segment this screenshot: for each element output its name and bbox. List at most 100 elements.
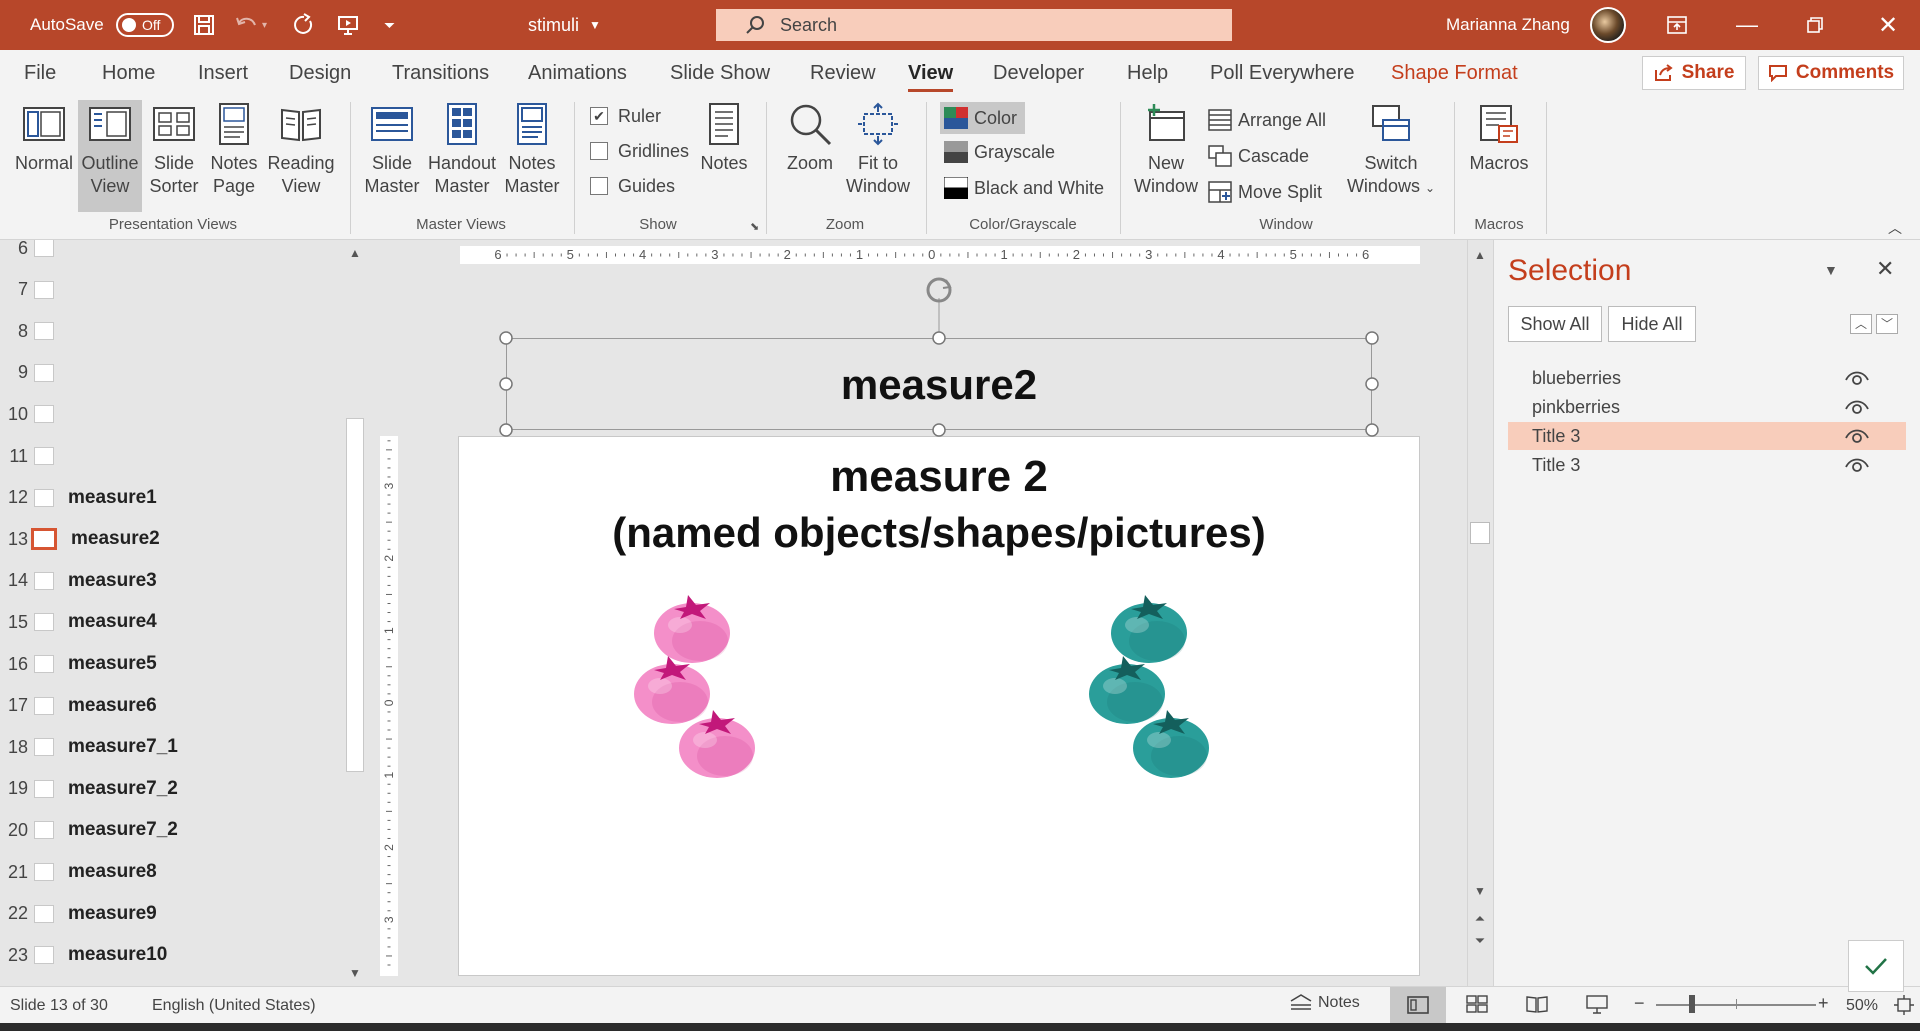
eye-icon[interactable] xyxy=(1844,398,1870,416)
slide-list-item[interactable]: 18 measure7_1 xyxy=(0,726,178,768)
tab-shape-format[interactable]: Shape Format xyxy=(1391,50,1518,96)
gridlines-checkbox[interactable]: Gridlines xyxy=(590,137,689,165)
new-window-button[interactable]: New Window xyxy=(1134,102,1198,198)
slide-title[interactable]: measure6 xyxy=(68,695,157,717)
arrange-all-button[interactable]: Arrange All xyxy=(1208,106,1326,134)
zoom-slider-thumb[interactable] xyxy=(1688,995,1695,1013)
close-icon[interactable]: ✕ xyxy=(1878,0,1898,50)
switch-windows-button[interactable]: Switch Windows ⌄ xyxy=(1346,102,1436,200)
guides-checkbox[interactable]: Guides xyxy=(590,172,675,200)
blueberry[interactable] xyxy=(1111,595,1187,663)
slide-title[interactable]: measure1 xyxy=(68,487,157,509)
slide-title[interactable]: measure3 xyxy=(68,570,157,592)
previous-slide-icon[interactable]: ⏶ xyxy=(1469,908,1491,930)
tab-review[interactable]: Review xyxy=(810,50,876,96)
pinkberry[interactable] xyxy=(634,656,710,724)
avatar[interactable] xyxy=(1590,0,1626,50)
slide-list-item[interactable]: 17 measure6 xyxy=(0,685,157,727)
slide-list-item[interactable]: 14 measure3 xyxy=(0,560,157,602)
notes-status-button[interactable]: Notes xyxy=(1290,993,1360,1013)
present-icon[interactable] xyxy=(336,0,360,50)
tab-insert[interactable]: Insert xyxy=(198,50,248,96)
notes-page-button[interactable]: Notes Page xyxy=(206,102,262,198)
share-button[interactable]: Share xyxy=(1642,56,1746,90)
zoom-button[interactable]: Zoom xyxy=(778,102,842,175)
move-split-button[interactable]: Move Split xyxy=(1208,178,1322,206)
ruler-checkbox[interactable]: ✔ Ruler xyxy=(590,102,661,130)
slide-title[interactable]: measure5 xyxy=(68,653,157,675)
macros-button[interactable]: Macros xyxy=(1466,102,1532,175)
color-button[interactable]: Color xyxy=(940,102,1026,134)
eye-icon[interactable] xyxy=(1844,427,1870,445)
grayscale-button[interactable]: Grayscale xyxy=(944,138,1055,166)
close-pane-icon[interactable]: ✕ xyxy=(1876,256,1894,282)
language-indicator[interactable]: English (United States) xyxy=(152,997,316,1015)
restore-icon[interactable] xyxy=(1806,0,1824,50)
scroll-down-icon[interactable]: ▼ xyxy=(344,962,366,984)
eye-icon[interactable] xyxy=(1844,456,1870,474)
slide-list-item[interactable]: 22 measure9 xyxy=(0,893,157,935)
tab-design[interactable]: Design xyxy=(289,50,351,96)
selected-title-text[interactable]: measure2 xyxy=(507,361,1371,409)
scroll-up-icon[interactable]: ▲ xyxy=(344,242,366,264)
undo-icon[interactable]: ▾ xyxy=(234,0,267,50)
slide-sorter-button[interactable]: Slide Sorter xyxy=(146,102,202,198)
tab-view[interactable]: View xyxy=(908,50,954,96)
slide-title[interactable]: measure4 xyxy=(68,611,157,633)
redo-icon[interactable] xyxy=(292,0,316,50)
tab-developer[interactable]: Developer xyxy=(993,50,1084,96)
tab-animations[interactable]: Animations xyxy=(528,50,627,96)
send-backward-icon[interactable]: ﹀ xyxy=(1876,314,1898,334)
selection-item[interactable]: Title 3 xyxy=(1508,451,1906,479)
slide-title[interactable]: measure8 xyxy=(68,861,157,883)
bring-forward-icon[interactable]: ︿ xyxy=(1850,314,1872,334)
accept-button[interactable] xyxy=(1848,940,1904,992)
slide-title[interactable]: measure2 xyxy=(71,528,160,550)
search-box[interactable]: Search xyxy=(716,9,1232,41)
slide-title[interactable]: measure7_2 xyxy=(68,778,178,800)
slide-title[interactable]: measure7_1 xyxy=(68,736,178,758)
dialog-launcher-icon[interactable]: ⬊ xyxy=(750,220,759,233)
next-slide-icon[interactable]: ⏷ xyxy=(1469,930,1491,952)
slide-master-button[interactable]: Slide Master xyxy=(360,102,424,198)
minimize-icon[interactable]: — xyxy=(1736,0,1758,50)
tab-file[interactable]: File xyxy=(24,50,56,96)
slide-list-item[interactable]: 23 measure10 xyxy=(0,934,167,976)
autosave-toggle[interactable]: Off xyxy=(116,0,174,50)
tab-help[interactable]: Help xyxy=(1127,50,1168,96)
slide-title[interactable]: measure9 xyxy=(68,903,157,925)
outline-scrollbar[interactable]: ▲ ▼ xyxy=(344,240,366,986)
ribbon-display-icon[interactable] xyxy=(1666,0,1688,50)
slide-list-item[interactable]: 21 measure8 xyxy=(0,851,157,893)
hide-all-button[interactable]: Hide All xyxy=(1608,306,1696,342)
zoom-out-icon[interactable]: − xyxy=(1634,993,1645,1014)
slide-title[interactable]: measure10 xyxy=(68,944,167,966)
fit-slide-icon[interactable] xyxy=(1894,995,1914,1020)
slide-list-item[interactable]: 15 measure4 xyxy=(0,601,157,643)
canvas-scrollbar[interactable]: ▲ ▼ ⏶ ⏷ xyxy=(1467,240,1491,986)
selection-item[interactable]: blueberries xyxy=(1508,364,1906,392)
black-and-white-button[interactable]: Black and White xyxy=(944,174,1104,202)
slide-sorter-status-button[interactable] xyxy=(1466,995,1488,1018)
outline-view-button[interactable]: Outline View xyxy=(78,100,142,212)
show-all-button[interactable]: Show All xyxy=(1508,306,1602,342)
scroll-down-icon[interactable]: ▼ xyxy=(1469,880,1491,902)
rotate-handle-icon[interactable] xyxy=(926,277,952,303)
slide-list-item[interactable]: 9 xyxy=(0,352,68,394)
tab-slide-show[interactable]: Slide Show xyxy=(670,50,770,96)
reading-view-status-button[interactable] xyxy=(1526,995,1548,1018)
scrollbar-thumb[interactable] xyxy=(346,418,364,772)
slide[interactable]: measure 2 (named objects/shapes/pictures… xyxy=(458,436,1420,976)
slide-list-item[interactable]: 10 xyxy=(0,393,68,435)
slide-list-item[interactable]: 7 xyxy=(0,269,68,311)
user-name[interactable]: Marianna Zhang xyxy=(1446,0,1570,50)
slide-list-item[interactable]: 12 measure1 xyxy=(0,477,157,519)
collapse-ribbon-icon[interactable]: ︿ xyxy=(1888,218,1902,238)
reading-view-button[interactable]: Reading View xyxy=(266,102,336,198)
save-icon[interactable] xyxy=(192,0,216,50)
slide-list-item[interactable]: 20 measure7_2 xyxy=(0,809,178,851)
slide-list-item[interactable]: 8 xyxy=(0,310,68,352)
slide-list-item[interactable]: 16 measure5 xyxy=(0,643,157,685)
scrollbar-thumb[interactable] xyxy=(1470,522,1490,544)
tab-transitions[interactable]: Transitions xyxy=(392,50,489,96)
